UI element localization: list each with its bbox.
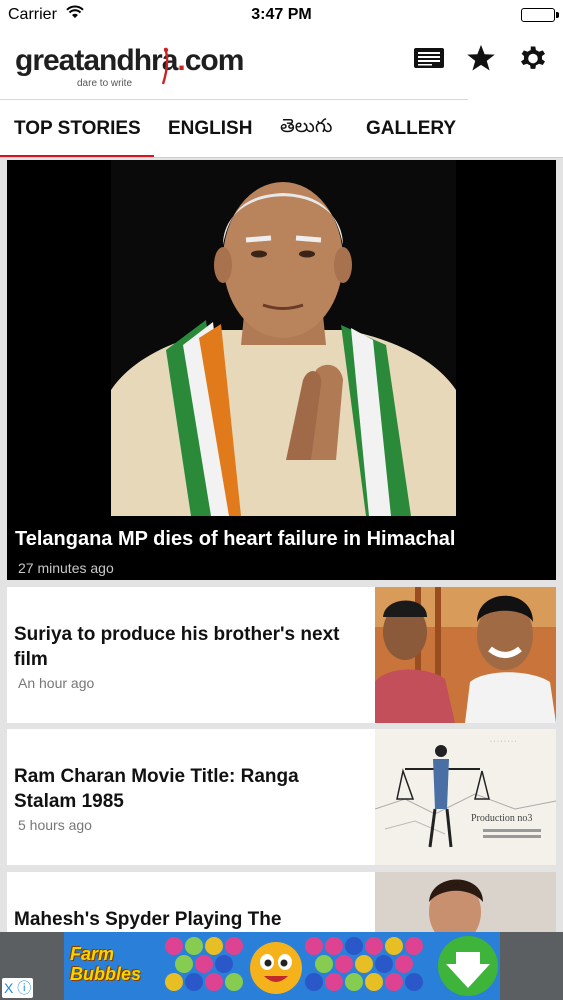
tab-gallery[interactable]: GALLERY <box>352 100 456 158</box>
story-title: Ram Charan Movie Title: Ranga Stalam 198… <box>14 766 299 812</box>
star-icon[interactable] <box>465 42 497 74</box>
story-time: An hour ago <box>18 675 95 691</box>
ad-close-button[interactable]: X ⓘ <box>2 978 34 998</box>
logo-suffix: com <box>184 44 245 77</box>
story-thumbnail <box>375 587 556 723</box>
status-bar: Carrier 3:47 PM <box>0 0 563 30</box>
app-header: greatandhra.com dare to write <box>0 30 563 100</box>
story-thumbnail: · · · · · · · · Production no3 <box>375 729 556 865</box>
category-tabs: TOP STORIES ENGLISH తెలుగు GALLERY <box>0 100 563 158</box>
ad-creative[interactable]: Farm Bubbles <box>64 932 500 1000</box>
ad-info-icon[interactable]: ⓘ <box>17 980 31 996</box>
clock: 3:47 PM <box>251 6 312 23</box>
story-card[interactable]: Ram Charan Movie Title: Ranga Stalam 198… <box>7 729 556 865</box>
logo-text: greatandhra <box>15 44 178 77</box>
greatandhra-logo[interactable]: greatandhra.com dare to write <box>15 44 245 89</box>
ad-game-title: Farm Bubbles <box>70 944 141 984</box>
svg-text:· · · · · · · ·: · · · · · · · · <box>490 739 516 745</box>
newspaper-icon[interactable] <box>413 42 445 74</box>
ad-close-label: X <box>4 980 14 996</box>
story-title: Suriya to produce his brother's next fil… <box>14 624 340 670</box>
story-card[interactable]: Mahesh's Spyder Playing The <box>7 872 556 932</box>
story-thumbnail <box>375 872 556 932</box>
story-title: Mahesh's Spyder Playing The <box>14 909 282 930</box>
gear-icon[interactable] <box>517 42 549 74</box>
hero-story-card[interactable]: Telangana MP dies of heart failure in Hi… <box>7 160 556 580</box>
tab-top-stories[interactable]: TOP STORIES <box>0 100 154 158</box>
battery-icon <box>521 8 559 22</box>
ad-banner[interactable]: Farm Bubbles X ⓘ <box>0 932 563 1000</box>
tab-english[interactable]: ENGLISH <box>154 100 268 158</box>
logo-tagline: dare to write <box>77 78 133 89</box>
thumbnail-caption: Production no3 <box>471 813 533 824</box>
story-time: 5 hours ago <box>18 817 92 833</box>
pen-icon <box>161 47 169 85</box>
hero-photo <box>111 160 456 516</box>
hero-story-time: 27 minutes ago <box>18 560 114 576</box>
story-card[interactable]: Suriya to produce his brother's next fil… <box>7 587 556 723</box>
hero-story-title: Telangana MP dies of heart failure in Hi… <box>15 528 456 550</box>
ad-title-line1: Farm <box>70 944 115 964</box>
ad-title-line2: Bubbles <box>70 964 142 984</box>
news-feed[interactable]: Telangana MP dies of heart failure in Hi… <box>0 158 563 932</box>
tab-telugu[interactable]: తెలుగు <box>268 100 352 158</box>
